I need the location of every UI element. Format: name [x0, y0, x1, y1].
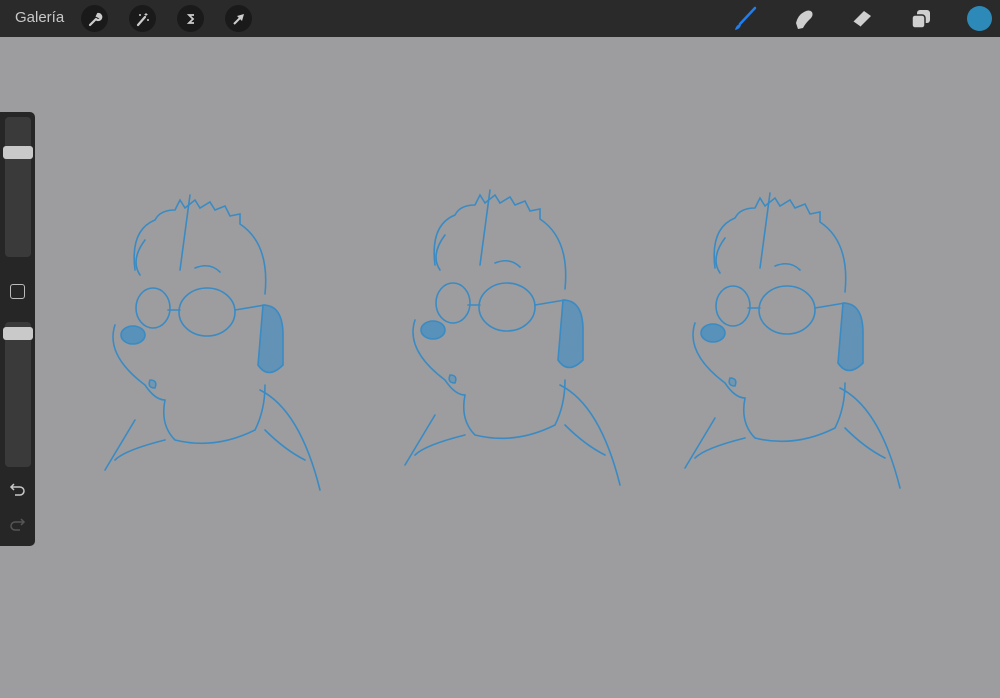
- layers-button[interactable]: [907, 5, 935, 33]
- magic-wand-icon: [136, 12, 149, 26]
- sketch-1: [104, 194, 321, 491]
- smudge-button[interactable]: [790, 5, 818, 33]
- brush-button[interactable]: [731, 5, 759, 33]
- sketch-3: [684, 192, 901, 489]
- selection-icon: [186, 13, 194, 24]
- adjustments-button[interactable]: [129, 5, 156, 32]
- transform-button[interactable]: [225, 5, 252, 32]
- drawing-canvas[interactable]: [0, 37, 1000, 698]
- eraser-icon: [852, 11, 871, 28]
- selection-button[interactable]: [177, 5, 204, 32]
- wrench-icon: [88, 12, 102, 26]
- transform-arrow-icon: [232, 13, 244, 25]
- top-toolbar: Galería: [0, 0, 1000, 37]
- gallery-button[interactable]: Galería: [15, 9, 64, 26]
- layers-icon: [911, 10, 930, 29]
- actions-button[interactable]: [81, 5, 108, 32]
- color-picker-button[interactable]: [967, 6, 992, 31]
- eraser-button[interactable]: [848, 5, 876, 33]
- brush-icon: [735, 6, 757, 30]
- sketch-2: [404, 189, 621, 486]
- smudge-icon: [796, 10, 813, 29]
